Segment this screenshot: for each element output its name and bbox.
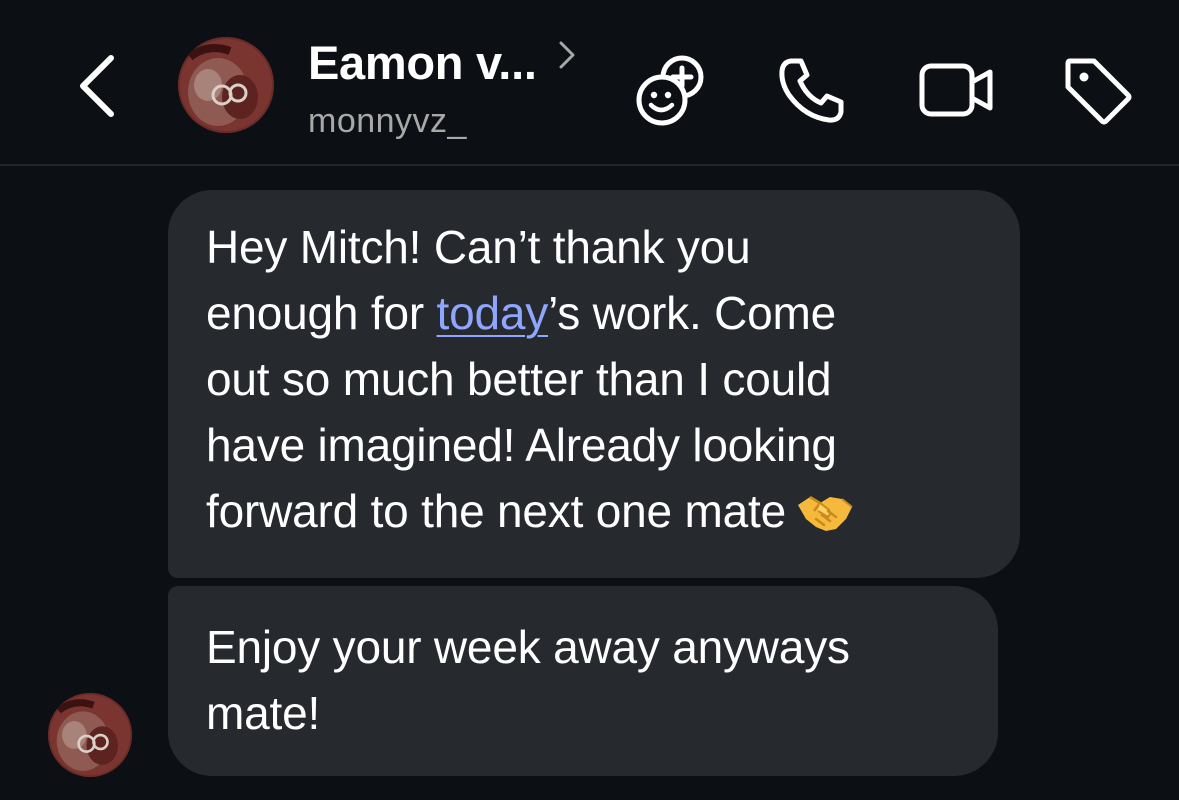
- message-text-line: Enjoy your week away anyways: [206, 621, 850, 673]
- audio-call-button[interactable]: [770, 48, 854, 132]
- video-camera-icon: [919, 63, 993, 117]
- message-bubble[interactable]: Enjoy your week away anyways mate!: [168, 586, 998, 776]
- contact-handle: monnyvz_: [308, 102, 467, 140]
- contact-name-block[interactable]: Eamon v... monnyvz_: [308, 30, 628, 141]
- message-text-segment: ’s work. Come: [548, 287, 837, 339]
- sticker-add-icon: [636, 55, 704, 126]
- message-text-line: mate!: [206, 687, 321, 739]
- video-call-button[interactable]: [915, 48, 999, 132]
- dm-thread-screen: Eamon v... monnyvz_ Hey Mitch! Can’t tha…: [0, 0, 1179, 800]
- handshake-emoji: [796, 484, 854, 550]
- message-text-line: have imagined! Already looking: [206, 419, 837, 471]
- chevron-right-icon: [559, 41, 575, 69]
- message-bubble[interactable]: Hey Mitch! Can’t thank you enough for to…: [168, 190, 1020, 578]
- back-button[interactable]: [62, 46, 132, 126]
- chevron-left-icon: [80, 55, 114, 117]
- tag-icon: [1065, 58, 1132, 125]
- avatar-photo: [48, 693, 132, 777]
- message-text-line: Hey Mitch! Can’t thank you: [206, 221, 751, 273]
- label-button[interactable]: [1055, 48, 1139, 132]
- sticker-button[interactable]: [630, 48, 714, 132]
- message-text-segment: enough for: [206, 287, 437, 339]
- message-text-line: out so much better than I could: [206, 353, 832, 405]
- message-text-line: forward to the next one mate: [206, 478, 980, 550]
- phone-icon: [779, 58, 844, 123]
- date-link[interactable]: today: [437, 287, 549, 339]
- contact-name: Eamon v...: [308, 35, 537, 89]
- thread-header: Eamon v... monnyvz_: [0, 0, 1179, 166]
- contact-avatar[interactable]: [178, 37, 274, 133]
- avatar-photo: [178, 37, 274, 133]
- message-text-segment: forward to the next one mate: [206, 485, 786, 537]
- message-text-line: enough for today’s work. Come: [206, 280, 980, 346]
- sender-avatar[interactable]: [48, 693, 132, 777]
